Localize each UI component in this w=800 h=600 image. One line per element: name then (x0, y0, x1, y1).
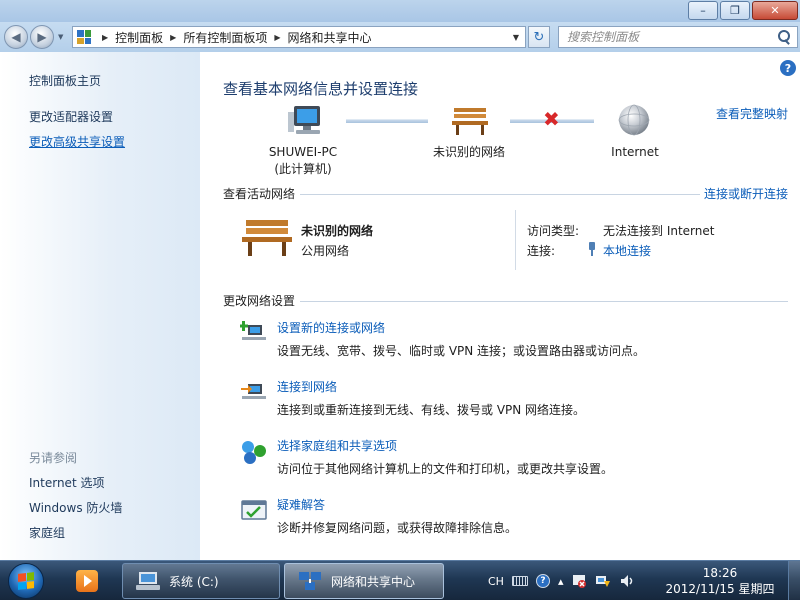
close-button[interactable]: ✕ (752, 1, 798, 20)
task-title[interactable]: 疑难解答 (277, 496, 325, 513)
connect-network-icon (241, 384, 266, 399)
help-icon[interactable]: ? (535, 574, 550, 588)
task-title[interactable]: 选择家庭组和共享选项 (277, 437, 397, 454)
caption-buttons: – ❐ ✕ (688, 1, 798, 20)
section-divider (300, 194, 700, 195)
taskbar-task-network-center[interactable]: 网络和共享中心 (284, 563, 444, 599)
change-adapter-settings-link[interactable]: 更改适配器设置 (29, 108, 113, 125)
task-description: 设置无线、宽带、拨号、临时或 VPN 连接；或设置路由器或访问点。 (277, 344, 646, 358)
navigation-bar: ◀ ▶ ▼ ▶ 控制面板 ▶ 所有控制面板项 ▶ 网络和共享中心 ▼ ↻ (0, 22, 800, 52)
keyboard-icon[interactable] (511, 576, 528, 586)
new-connection-icon (240, 321, 266, 340)
taskbar-task-label: 系统 (C:) (169, 574, 219, 589)
computer-icon (136, 572, 160, 590)
troubleshoot-icon (241, 500, 267, 520)
action-center-icon[interactable] (571, 573, 587, 589)
pinned-media-player[interactable] (62, 564, 112, 598)
vertical-divider (515, 210, 516, 270)
computer-node: SHUWEI-PC (此计算机) (258, 144, 348, 178)
search-icon[interactable] (777, 30, 791, 44)
access-type-label: 访问类型: (527, 224, 580, 238)
breadcrumb-network-center[interactable]: 网络和共享中心 (288, 29, 372, 46)
bench-network-icon (242, 220, 292, 256)
show-hidden-icons-icon[interactable]: ▴ (558, 575, 564, 588)
computer-icon (288, 106, 320, 134)
media-player-icon (76, 570, 98, 592)
breadcrumb-separator[interactable]: ▶ (170, 33, 176, 42)
task-pane: 控制面板主页 更改适配器设置 更改高级共享设置 另请参阅 Internet 选项… (0, 52, 200, 560)
breadcrumb-all-items[interactable]: 所有控制面板项 (183, 29, 267, 46)
control-panel-home-link[interactable]: 控制面板主页 (29, 72, 101, 89)
taskbar-task-explorer[interactable]: 系统 (C:) (122, 563, 280, 599)
refresh-button[interactable]: ↻ (528, 26, 550, 48)
internet-options-link[interactable]: Internet 选项 (29, 474, 104, 491)
refresh-icon: ↻ (533, 29, 545, 45)
connections-label: 连接: (527, 244, 556, 258)
taskbar-task-label: 网络和共享中心 (331, 574, 416, 589)
minimize-button[interactable]: – (688, 1, 718, 20)
connection-line (346, 119, 428, 123)
start-button[interactable] (8, 563, 44, 599)
network-tray-icon[interactable] (595, 573, 611, 589)
disconnected-x-icon: ✖ (543, 107, 560, 131)
forward-button[interactable]: ▶ (30, 25, 54, 49)
clock-time: 18:26 (702, 566, 738, 580)
access-type-value: 无法连接到 Internet (603, 224, 715, 238)
breadcrumb-separator[interactable]: ▶ (274, 33, 280, 42)
change-advanced-sharing-link[interactable]: 更改高级共享设置 (29, 133, 125, 150)
page-title: 查看基本网络信息并设置连接 (223, 80, 419, 98)
volume-icon[interactable] (619, 573, 635, 589)
connect-disconnect-link[interactable]: 连接或断开连接 (704, 185, 788, 202)
maximize-button[interactable]: ❐ (720, 1, 750, 20)
homegroup-link[interactable]: 家庭组 (29, 524, 65, 541)
help-icon[interactable]: ? (780, 60, 796, 76)
computer-name: SHUWEI-PC (268, 145, 338, 159)
change-settings-heading: 更改网络设置 (223, 294, 296, 308)
network-category-link[interactable]: 公用网络 (301, 242, 349, 259)
windows-firewall-link[interactable]: Windows 防火墙 (29, 499, 122, 516)
ethernet-plug-icon (589, 242, 595, 256)
recent-pages-dropdown[interactable]: ▼ (58, 33, 63, 41)
control-panel-icon (77, 30, 91, 44)
windows-logo-icon (18, 572, 34, 590)
network-center-icon (299, 572, 321, 590)
task-title[interactable]: 连接到网络 (277, 378, 337, 395)
active-networks-heading: 查看活动网络 (223, 187, 296, 201)
back-button[interactable]: ◀ (4, 25, 28, 49)
network-node-label[interactable]: 未识别的网络 (424, 144, 514, 161)
clock[interactable]: 18:26 2012/11/15 星期四 (660, 565, 780, 597)
system-tray: CH ? ▴ (488, 561, 643, 600)
task-title[interactable]: 设置新的连接或网络 (277, 319, 385, 336)
language-indicator[interactable]: CH (488, 575, 504, 588)
clock-date: 2012/11/15 星期四 (665, 582, 775, 596)
see-also-heading: 另请参阅 (29, 451, 78, 465)
window-titlebar: – ❐ ✕ (0, 0, 800, 22)
active-network-name: 未识别的网络 (301, 224, 374, 238)
task-description: 诊断并修复网络问题，或获得故障排除信息。 (277, 521, 518, 535)
section-divider (300, 301, 788, 302)
address-bar[interactable]: ▶ 控制面板 ▶ 所有控制面板项 ▶ 网络和共享中心 ▼ (72, 26, 526, 48)
breadcrumb-separator[interactable]: ▶ (102, 33, 108, 42)
task-description: 连接到或重新连接到无线、有线、拨号或 VPN 网络连接。 (277, 403, 586, 417)
computer-caption: (此计算机) (274, 162, 332, 176)
task-description: 访问位于其他网络计算机上的文件和打印机，或更改共享设置。 (277, 462, 614, 476)
internet-node-label[interactable]: Internet (600, 144, 670, 161)
forward-arrow-icon: ▶ (37, 30, 47, 44)
main-content: ? 查看基本网络信息并设置连接 查看完整映射 ✖ SHUWEI-PC (此计算机… (200, 52, 800, 560)
search-box (558, 26, 798, 48)
address-dropdown-icon[interactable]: ▼ (513, 33, 519, 42)
see-full-map-link[interactable]: 查看完整映射 (716, 105, 788, 122)
back-arrow-icon: ◀ (11, 30, 21, 44)
bench-network-icon (452, 108, 488, 135)
taskbar: 系统 (C:) 网络和共享中心 CH ? ▴ 18:26 2012/11/15 … (0, 560, 800, 600)
breadcrumb-control-panel[interactable]: 控制面板 (115, 29, 163, 46)
homegroup-icon (242, 441, 266, 464)
search-input[interactable] (559, 28, 777, 46)
local-connection-link[interactable]: 本地连接 (603, 242, 651, 259)
show-desktop-button[interactable] (788, 561, 800, 600)
internet-globe-icon (618, 104, 650, 136)
